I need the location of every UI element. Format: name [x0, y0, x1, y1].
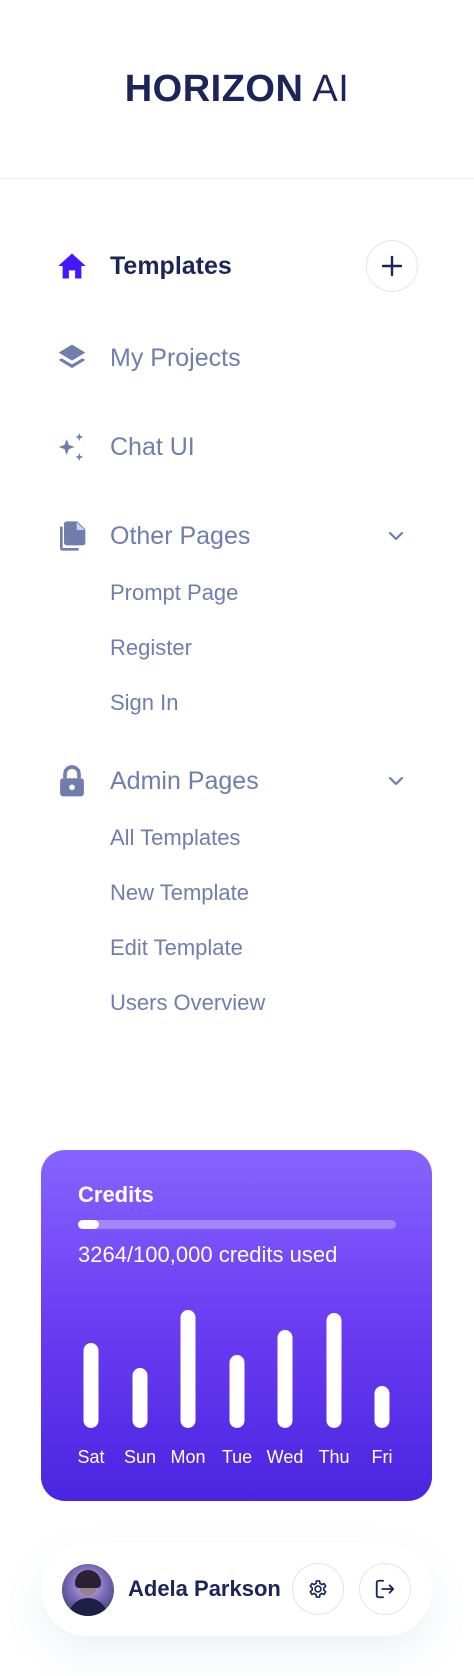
- credits-card: Credits 3264/100,000 credits used Sat Sun…: [41, 1150, 432, 1501]
- nav-item-my-projects[interactable]: My Projects: [56, 332, 418, 384]
- bar-thu: [326, 1313, 342, 1428]
- nav-label-templates: Templates: [110, 251, 232, 280]
- chevron-down-icon[interactable]: [386, 771, 406, 791]
- sub-item-prompt-page[interactable]: Prompt Page: [110, 580, 238, 606]
- tick-label-thu: Thu: [318, 1447, 349, 1467]
- documents-icon: [56, 520, 88, 552]
- tick-label-sun: Sun: [124, 1447, 156, 1467]
- sidebar: HORIZON AI Templates My Projects Chat UI…: [0, 0, 474, 1676]
- sub-item-sign-in[interactable]: Sign In: [110, 690, 179, 716]
- tick-label-wed: Wed: [267, 1447, 304, 1467]
- home-icon: [56, 250, 88, 282]
- bar-wed: [277, 1330, 293, 1428]
- gear-icon: [309, 1580, 327, 1598]
- chevron-down-icon[interactable]: [386, 526, 406, 546]
- nav-label-admin-pages: Admin Pages: [110, 766, 259, 795]
- brand-logo[interactable]: HORIZON AI: [125, 68, 350, 111]
- bar-mon: [180, 1310, 196, 1428]
- sub-item-register[interactable]: Register: [110, 635, 192, 661]
- logo-header: HORIZON AI: [0, 0, 474, 179]
- profile-bar: Adela Parkson: [41, 1543, 432, 1636]
- brand-name-bold: HORIZON: [124, 67, 304, 110]
- bar-fri: [374, 1386, 390, 1428]
- sparkles-icon: [56, 431, 88, 463]
- add-template-button[interactable]: [366, 240, 418, 292]
- sub-item-users-overview[interactable]: Users Overview: [110, 990, 265, 1016]
- settings-button[interactable]: [292, 1563, 344, 1615]
- sub-item-edit-template[interactable]: Edit Template: [110, 935, 243, 961]
- tick-label-mon: Mon: [170, 1447, 205, 1467]
- logout-button[interactable]: [359, 1563, 411, 1615]
- tick-label-tue: Tue: [222, 1447, 252, 1467]
- nav-label-chat-ui: Chat UI: [110, 432, 195, 461]
- nav-item-chat-ui[interactable]: Chat UI: [56, 421, 418, 473]
- brand-name-light: AI: [312, 67, 350, 110]
- profile-name: Adela Parkson: [128, 1576, 281, 1601]
- nav-item-other-pages[interactable]: Other Pages: [56, 510, 418, 562]
- tick-label-fri: Fri: [372, 1447, 393, 1467]
- avatar[interactable]: [62, 1564, 114, 1616]
- layers-icon: [56, 342, 88, 374]
- sub-item-new-template[interactable]: New Template: [110, 880, 249, 906]
- bar-tue: [229, 1355, 245, 1428]
- nav-label-my-projects: My Projects: [110, 343, 241, 372]
- bar-sat: [83, 1343, 99, 1428]
- logout-icon: [375, 1579, 395, 1599]
- nav-item-admin-pages[interactable]: Admin Pages: [56, 755, 418, 807]
- nav-item-templates[interactable]: Templates: [56, 240, 418, 292]
- plus-icon: [381, 255, 403, 277]
- credits-bar-chart: Sat Sun Mon Tue Wed Thu Fri: [77, 1310, 393, 1467]
- bar-sun: [132, 1368, 148, 1428]
- sub-item-all-templates[interactable]: All Templates: [110, 825, 240, 851]
- lock-icon: [56, 765, 88, 797]
- nav-label-other-pages: Other Pages: [110, 521, 251, 550]
- tick-label-sat: Sat: [77, 1447, 104, 1467]
